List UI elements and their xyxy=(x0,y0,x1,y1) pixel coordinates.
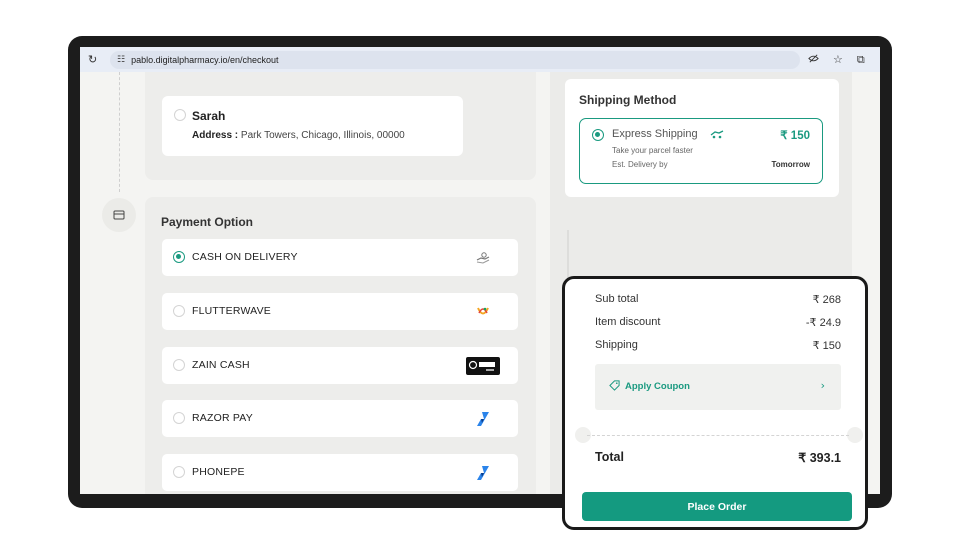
extensions-icon[interactable]: ⧉ xyxy=(857,53,865,67)
fast-delivery-icon xyxy=(710,130,724,139)
address-line: Address : Park Towers, Chicago, Illinois… xyxy=(192,130,405,141)
payment-title: Payment Option xyxy=(161,215,254,229)
site-settings-icon[interactable]: ☷ xyxy=(117,55,125,65)
eye-off-icon[interactable] xyxy=(808,53,819,67)
chevron-right-icon: › xyxy=(820,379,825,392)
shipping-eta-label: Est. Delivery by xyxy=(612,160,668,169)
payment-option-label: PHONEPE xyxy=(192,466,245,478)
total-label: Total xyxy=(595,450,624,464)
summary-label: Sub total xyxy=(595,293,639,305)
address-bar[interactable]: ☷ pablo.digitalpharmacy.io/en/checkout xyxy=(110,50,800,69)
razorpay-logo xyxy=(466,463,500,483)
summary-divider xyxy=(587,435,849,436)
shipping-option-name: Express Shipping xyxy=(612,128,698,140)
summary-value: -₹ 24.9 xyxy=(805,317,841,329)
apply-coupon-button[interactable]: Apply Coupon › xyxy=(595,364,841,410)
ticket-notch-right xyxy=(847,427,863,443)
payment-step-icon xyxy=(102,198,136,232)
payment-option-label: FLUTTERWAVE xyxy=(192,305,272,317)
shipping-option-express[interactable]: Express Shipping ₹ 150 Take your parcel … xyxy=(579,118,823,184)
razorpay-logo xyxy=(466,409,500,429)
zain-cash-logo xyxy=(466,356,500,376)
apply-coupon-label: Apply Coupon xyxy=(625,381,690,392)
card-icon xyxy=(113,210,125,220)
payment-radio[interactable] xyxy=(173,305,185,317)
summary-row-discount: Item discount -₹ 24.9 xyxy=(595,316,841,329)
summary-label: Shipping xyxy=(595,339,638,351)
summary-value: ₹ 150 xyxy=(812,340,841,352)
shipping-eta-value: Tomorrow xyxy=(771,160,810,169)
payment-option-label: CASH ON DELIVERY xyxy=(192,251,298,263)
address-label: Address : xyxy=(192,130,239,141)
reload-icon[interactable]: ↻ xyxy=(88,53,100,66)
payment-radio[interactable] xyxy=(173,359,185,371)
payment-radio[interactable] xyxy=(173,412,185,424)
bookmark-star-icon[interactable]: ☆ xyxy=(833,53,843,66)
summary-label: Item discount xyxy=(595,316,661,328)
payment-radio[interactable] xyxy=(173,466,185,478)
payment-option-razor-pay[interactable]: RAZOR PAY xyxy=(162,400,518,437)
address-name: Sarah xyxy=(192,109,226,123)
payment-option-phonepe[interactable]: PHONEPE xyxy=(162,454,518,491)
summary-total-row: Total ₹ 393.1 xyxy=(595,450,841,465)
address-radio[interactable] xyxy=(174,109,186,121)
payment-option-zain-cash[interactable]: ZAIN CASH xyxy=(162,347,518,384)
cash-hand-icon xyxy=(466,248,500,268)
flutterwave-logo xyxy=(466,302,500,322)
order-summary-callout: Sub total ₹ 268 Item discount -₹ 24.9 Sh… xyxy=(562,276,868,530)
payment-option-label: RAZOR PAY xyxy=(192,412,253,424)
payment-option-flutterwave[interactable]: FLUTTERWAVE xyxy=(162,293,518,330)
shipping-radio[interactable] xyxy=(592,129,604,141)
summary-value: ₹ 268 xyxy=(812,294,841,306)
address-value: Park Towers, Chicago, Illinois, 00000 xyxy=(240,130,405,141)
address-card[interactable] xyxy=(162,96,463,156)
shipping-method-title: Shipping Method xyxy=(579,93,677,107)
tag-icon xyxy=(609,380,620,391)
summary-row-subtotal: Sub total ₹ 268 xyxy=(595,293,841,306)
shipping-description: Take your parcel faster xyxy=(612,146,693,155)
stepper-line xyxy=(119,72,120,192)
place-order-button[interactable]: Place Order xyxy=(582,492,852,521)
browser-url-bar: ↻ ☷ pablo.digitalpharmacy.io/en/checkout… xyxy=(80,47,880,72)
url-text[interactable]: pablo.digitalpharmacy.io/en/checkout xyxy=(131,55,278,65)
shipping-price: ₹ 150 xyxy=(780,130,810,142)
payment-option-label: ZAIN CASH xyxy=(192,359,250,371)
total-value: ₹ 393.1 xyxy=(798,451,841,465)
payment-radio[interactable] xyxy=(173,251,185,263)
payment-option-cash-on-delivery[interactable]: CASH ON DELIVERY xyxy=(162,239,518,276)
summary-row-shipping: Shipping ₹ 150 xyxy=(595,339,841,352)
